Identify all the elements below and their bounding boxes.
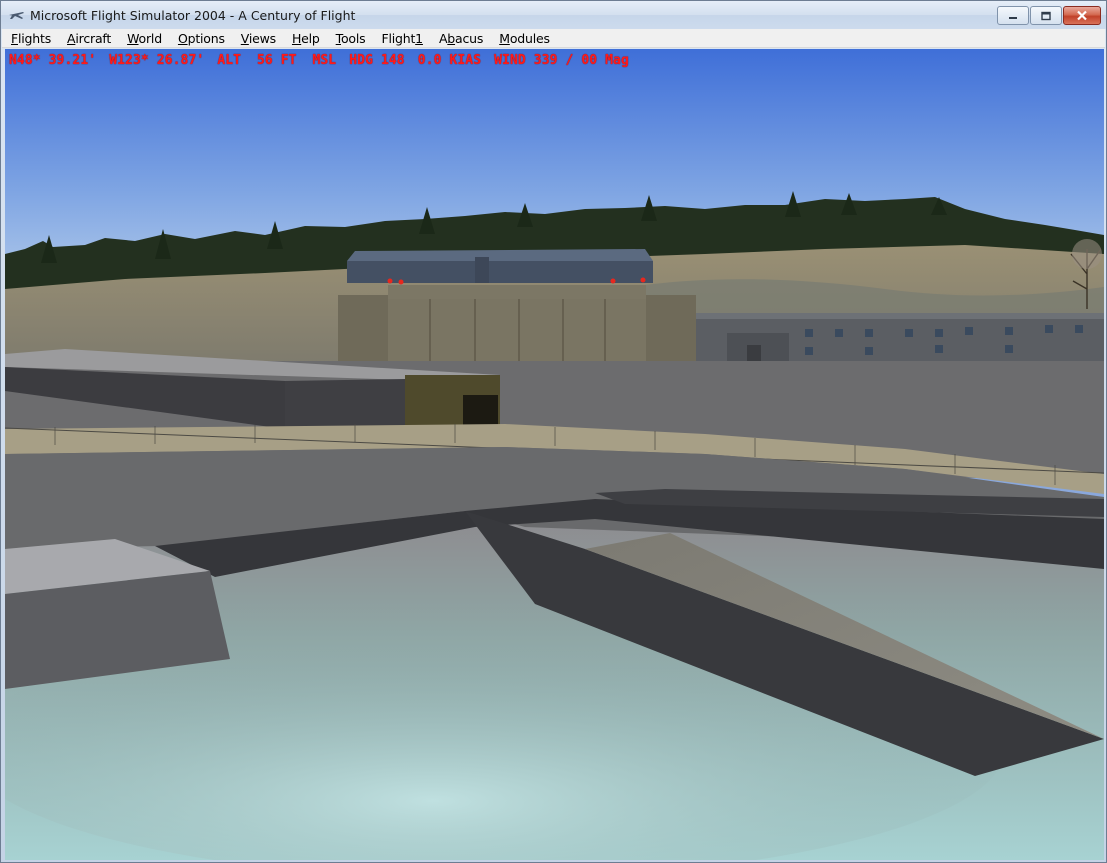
menu-tools[interactable]: Tools (327, 29, 373, 48)
menu-world[interactable]: World (118, 29, 169, 48)
minimize-button[interactable] (997, 6, 1029, 25)
menu-aircraft[interactable]: Aircraft (58, 29, 118, 48)
close-button[interactable] (1063, 6, 1101, 25)
menu-flight1[interactable]: Flight1 (372, 29, 429, 48)
menu-flight1-label: Flight (381, 30, 416, 46)
minimize-icon (1009, 16, 1017, 19)
hud-airspeed: 0.0 KIAS (417, 53, 482, 68)
menu-world-mnemonic: W (127, 30, 139, 46)
close-icon (1077, 10, 1087, 21)
hud-wind: WIND 339 / 00 Mag (494, 53, 629, 68)
menu-help-label: elp (301, 30, 320, 46)
menu-tools-label: ools (340, 30, 366, 46)
airplane-icon (9, 12, 24, 19)
hud-readout: N48* 39.21' W123* 26.87' ALT 56 FT MSL HDG … (9, 53, 642, 68)
hud-altitude: ALT 56 FT MSL (217, 53, 337, 68)
menu-options-mnemonic: O (177, 30, 188, 46)
menu-bar: Flights Aircraft World Options Views Hel… (2, 29, 1105, 48)
menu-help[interactable]: Help (283, 29, 327, 48)
menu-flight1-mnemonic: 1 (415, 30, 423, 46)
menu-abacus-label: acus (455, 30, 484, 46)
menu-world-label: orld (138, 30, 163, 46)
hud-latitude: N48* 39.21' (9, 53, 97, 68)
simulator-viewport[interactable]: N48* 39.21' W123* 26.87' ALT 56 FT MSL HDG … (5, 49, 1104, 860)
3d-scene (5, 49, 1104, 860)
restore-icon (1041, 11, 1051, 20)
menu-views-label: iews (248, 30, 276, 46)
window-title: Microsoft Flight Simulator 2004 - A Cent… (30, 7, 356, 23)
menu-views-mnemonic: V (240, 30, 249, 46)
menu-views[interactable]: Views (232, 29, 283, 48)
menu-options-label: ptions (187, 30, 225, 46)
hud-longitude: W123* 26.87' (109, 53, 205, 68)
restore-button[interactable] (1030, 6, 1062, 25)
menu-abacus-mnemonic: b (447, 30, 456, 46)
menu-options[interactable]: Options (169, 29, 232, 48)
menu-flights[interactable]: Flights (2, 29, 58, 48)
menu-flights-mnemonic: F (11, 30, 18, 46)
menu-help-mnemonic: H (291, 30, 302, 46)
menu-abacus[interactable]: Abacus (430, 29, 490, 48)
title-bar[interactable]: Microsoft Flight Simulator 2004 - A Cent… (1, 1, 1106, 29)
menu-aircraft-label: ircraft (75, 30, 112, 46)
menu-modules-label: odules (509, 30, 550, 46)
menu-flights-label: lights (18, 30, 52, 46)
app-window: Microsoft Flight Simulator 2004 - A Cent… (0, 0, 1107, 863)
menu-modules[interactable]: Modules (490, 29, 557, 48)
menu-modules-mnemonic: M (499, 30, 510, 46)
hud-heading: HDG 148 (349, 53, 405, 68)
